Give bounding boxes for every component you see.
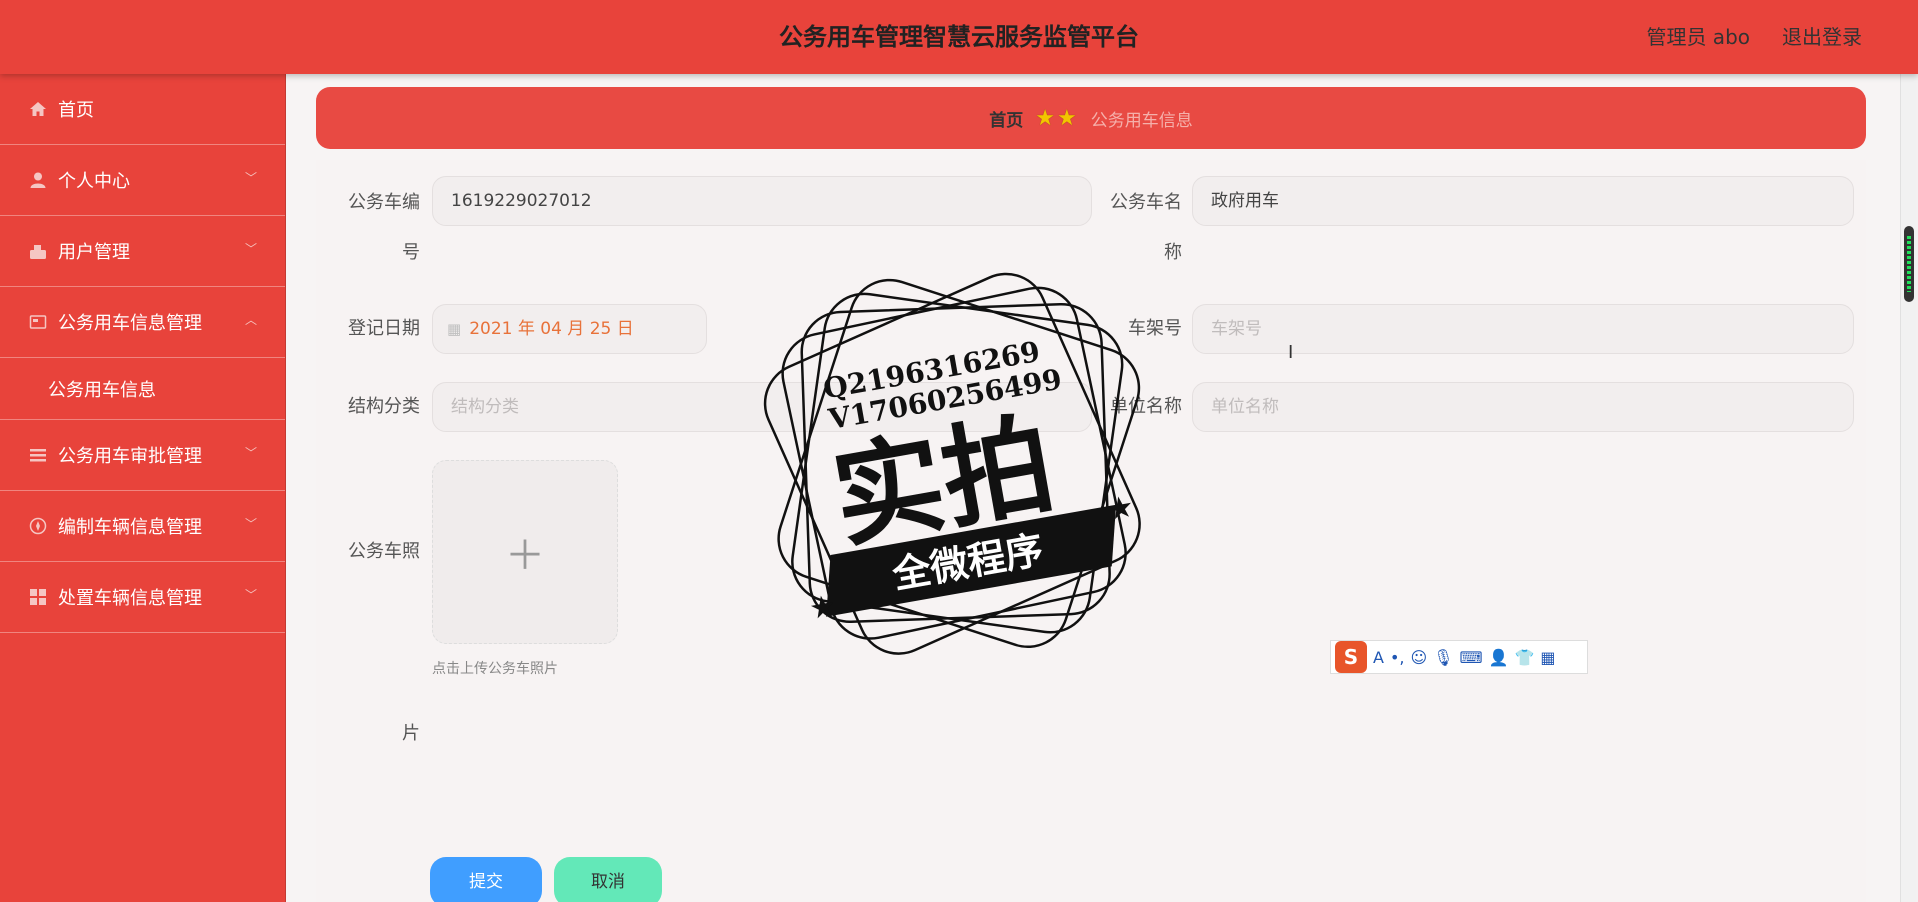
chevron-down-icon: ﹀ (244, 517, 257, 531)
microphone-icon[interactable]: 🎙 (1433, 648, 1453, 667)
breadcrumb-home[interactable]: 首页 (989, 106, 1023, 131)
users-icon (28, 241, 48, 261)
car-no-label: 公务车编 号 (348, 192, 420, 263)
logout-link[interactable]: 退出登录 (1782, 0, 1862, 74)
struct-label: 结构分类 (348, 396, 420, 417)
sidebar-item-label: 公务用车审批管理 (58, 446, 202, 467)
home-icon (28, 99, 48, 119)
sidebar-item-car-approval-management[interactable]: 公务用车审批管理 ﹀ (0, 420, 285, 491)
calendar-icon: ▦ (447, 320, 462, 338)
star-icon: ★★ (1035, 105, 1079, 131)
list-icon (28, 445, 48, 465)
plus-icon: ＋ (505, 533, 545, 579)
app-title: 公务用车管理智慧云服务监管平台 (779, 23, 1139, 51)
chevron-up-icon: ︿ (244, 313, 257, 327)
upload-hint: 点击上传公务车照片 (432, 661, 558, 677)
unit-input[interactable]: 单位名称 (1192, 382, 1854, 432)
sidebar-item-car-info-management[interactable]: 公务用车信息管理 ︿ (0, 287, 285, 358)
scrollbar-thumb[interactable] (1904, 226, 1914, 302)
chevron-down-icon: ﹀ (244, 446, 257, 460)
reg-date-label: 登记日期 (348, 318, 420, 339)
text-cursor-icon: I (1288, 342, 1294, 363)
card-icon (28, 312, 48, 332)
font-icon[interactable]: A (1373, 648, 1384, 667)
chevron-down-icon: ﹀ (244, 588, 257, 602)
compass-icon (28, 516, 48, 536)
sidebar-item-label: 首页 (58, 100, 94, 121)
photo-label: 公务车照 (348, 541, 420, 562)
current-user: 管理员 abo (1646, 25, 1750, 49)
emoji-icon[interactable]: ☺ (1410, 648, 1427, 667)
user-icon[interactable]: 👤 (1489, 648, 1509, 667)
scrollbar[interactable] (1900, 74, 1916, 902)
sidebar-item-disposed-vehicle-management[interactable]: 处置车辆信息管理 ﹀ (0, 562, 285, 633)
top-header: 公务用车管理智慧云服务监管平台 管理员 abo 退出登录 (0, 0, 1918, 74)
sidebar-item-label: 编制车辆信息管理 (58, 517, 202, 538)
watermark-stamp: Q2196316269 V17060256499 实拍 全微程序 ★ ★ (763, 272, 1141, 655)
sidebar-item-label: 个人中心 (58, 171, 130, 192)
cancel-button[interactable]: 取消 (554, 857, 662, 902)
grid-icon (28, 587, 48, 607)
chevron-down-icon: ﹀ (244, 171, 257, 185)
sidebar-item-staffed-vehicle-management[interactable]: 编制车辆信息管理 ﹀ (0, 491, 285, 562)
sogou-logo-icon: S (1335, 641, 1367, 673)
photo-upload[interactable]: ＋ (432, 460, 618, 644)
user-icon (28, 170, 48, 190)
car-name-input[interactable]: 政府用车 (1192, 176, 1854, 226)
sidebar-item-user-management[interactable]: 用户管理 ﹀ (0, 216, 285, 287)
ime-toolbar[interactable]: S A •, ☺ 🎙 ⌨ 👤 👕 ▦ (1330, 640, 1588, 674)
toolbox-icon[interactable]: ▦ (1540, 648, 1555, 667)
chevron-down-icon: ﹀ (244, 242, 257, 256)
sidebar-item-label: 公务用车信息管理 (58, 313, 202, 334)
sidebar-item-home[interactable]: 首页 (0, 74, 285, 145)
breadcrumb: 首页 ★★ 公务用车信息 (316, 87, 1866, 149)
car-no-input[interactable]: 1619229027012 (432, 176, 1092, 226)
breadcrumb-current: 公务用车信息 (1090, 110, 1193, 131)
sidebar-item-personal-center[interactable]: 个人中心 ﹀ (0, 145, 285, 216)
photo-label-cont: 片 (402, 723, 420, 744)
punctuation-icon[interactable]: •, (1390, 648, 1405, 667)
sidebar-subitem-car-info[interactable]: 公务用车信息 (0, 358, 285, 420)
keyboard-icon[interactable]: ⌨ (1459, 648, 1482, 667)
sidebar-subitem-label: 公务用车信息 (48, 379, 156, 401)
reg-date-picker[interactable]: ▦ 2021 年 04 月 25 日 (432, 304, 707, 354)
sidebar-item-label: 用户管理 (58, 242, 130, 263)
sidebar-item-label: 处置车辆信息管理 (58, 588, 202, 609)
skin-icon[interactable]: 👕 (1515, 648, 1535, 667)
sidebar: 首页 个人中心 ﹀ 用户管理 ﹀ 公务用车信息管理 ︿ 公务用车信息 公务用车审… (0, 74, 286, 902)
submit-button[interactable]: 提交 (430, 857, 542, 902)
